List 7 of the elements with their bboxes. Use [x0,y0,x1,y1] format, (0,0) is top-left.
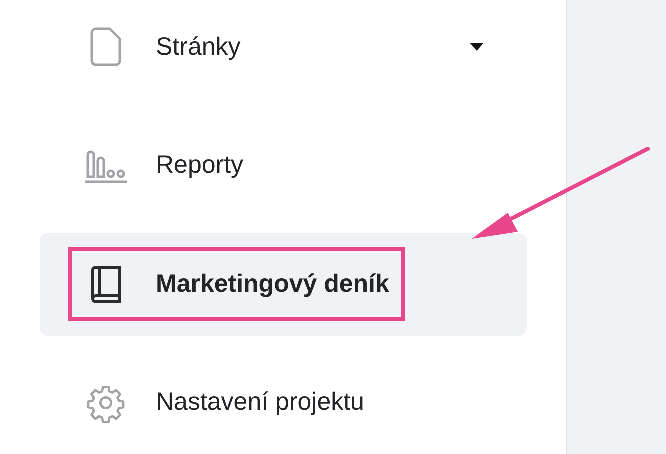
bar-chart-icon [84,148,128,183]
caret-icon[interactable] [469,42,485,52]
sidebar-item[interactable]: Marketingový deník [40,233,527,336]
sidebar-item[interactable]: Nastavení projektu [40,352,527,454]
page-icon [89,27,123,68]
sidebar-item[interactable]: Reporty [40,114,527,217]
sidebar-item[interactable]: Stránky [40,0,527,98]
